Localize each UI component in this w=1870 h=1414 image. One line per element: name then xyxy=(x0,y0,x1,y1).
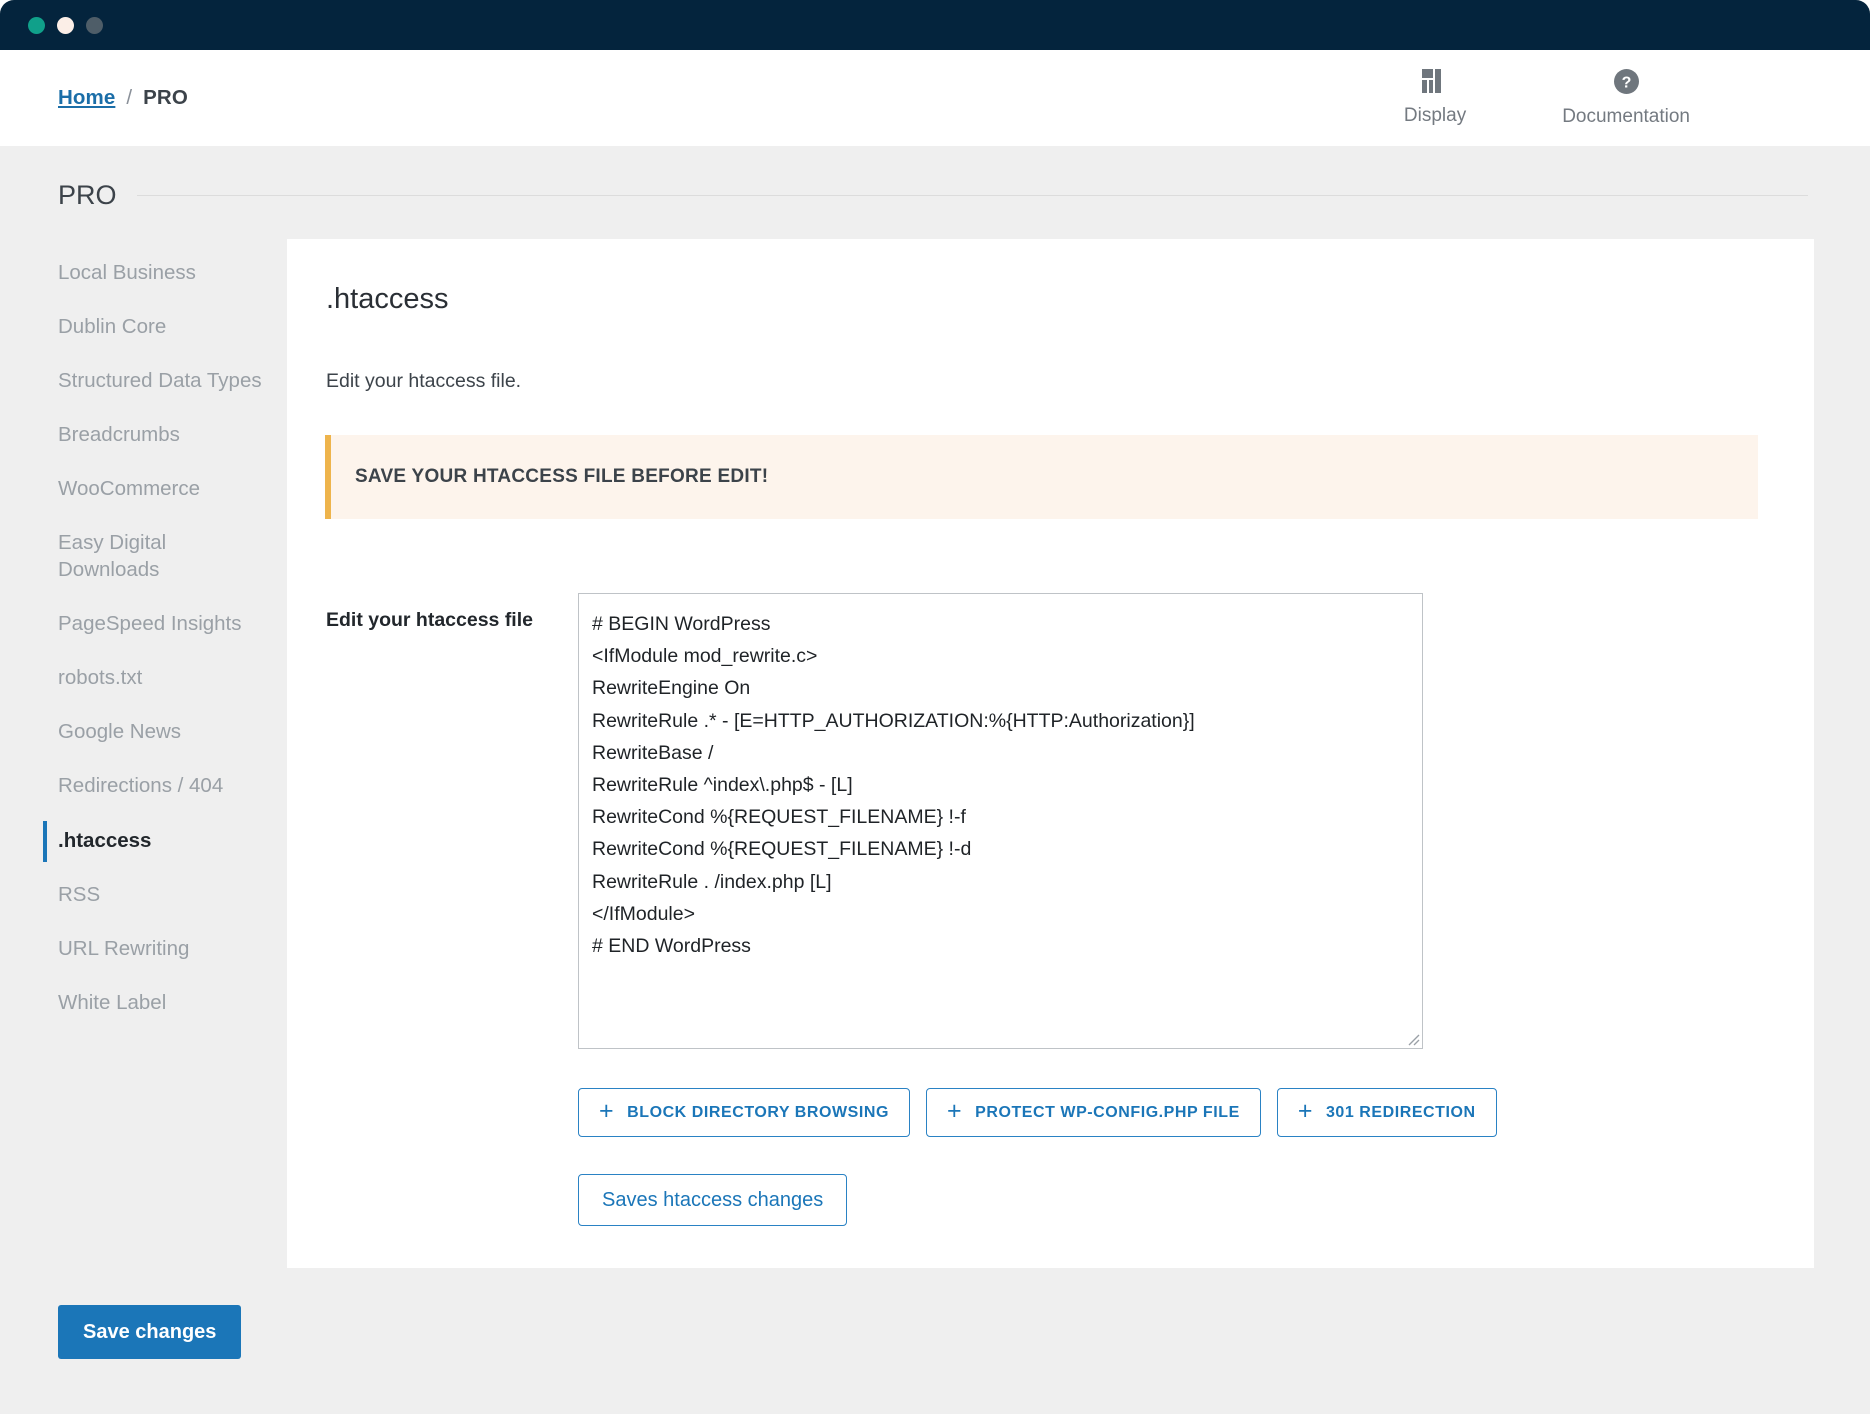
sidebar-item-easy-digital-downloads[interactable]: Easy Digital Downloads xyxy=(0,529,287,583)
save-htaccess-changes-button[interactable]: Saves htaccess changes xyxy=(578,1174,848,1226)
sidebar-item-local-business[interactable]: Local Business xyxy=(0,259,287,286)
admin-header: Home / PRO Display ? Documentation xyxy=(0,50,1870,146)
svg-text:?: ? xyxy=(1621,74,1631,91)
sidebar-item-redirections-404[interactable]: Redirections / 404 xyxy=(0,772,287,799)
protect-wp-config-button[interactable]: + PROTECT WP-CONFIG.PHP FILE xyxy=(925,1088,1261,1137)
breadcrumb-separator: / xyxy=(126,86,133,109)
sidebar-item-dublin-core[interactable]: Dublin Core xyxy=(0,313,287,340)
htaccess-card: .htaccess Edit your htaccess file. SAVE … xyxy=(287,239,1814,1268)
page-title-divider xyxy=(136,195,1808,196)
page-content: Local Business Dublin Core Structured Da… xyxy=(0,211,1870,1268)
protect-wp-config-label: PROTECT WP-CONFIG.PHP FILE xyxy=(975,1103,1240,1121)
header-action-display[interactable]: Display xyxy=(1404,68,1466,127)
header-actions: Display ? Documentation xyxy=(1404,68,1822,128)
settings-sidebar: Local Business Dublin Core Structured Da… xyxy=(0,239,287,1043)
sidebar-item-google-news[interactable]: Google News xyxy=(0,718,287,745)
header-action-documentation-label: Documentation xyxy=(1562,106,1690,127)
sidebar-item-woocommerce[interactable]: WooCommerce xyxy=(0,475,287,502)
plus-icon: + xyxy=(599,1097,615,1125)
browser-titlebar xyxy=(0,0,1870,50)
page-head: PRO xyxy=(0,146,1870,211)
htaccess-field-label: Edit your htaccess file xyxy=(326,609,533,631)
sidebar-item-url-rewriting[interactable]: URL Rewriting xyxy=(0,935,287,962)
snippet-button-row: + BLOCK DIRECTORY BROWSING + PROTECT WP-… xyxy=(578,1088,1758,1137)
warning-notice: SAVE YOUR HTACCESS FILE BEFORE EDIT! xyxy=(325,435,1758,519)
header-action-display-label: Display xyxy=(1403,105,1467,126)
sidebar-item-rss[interactable]: RSS xyxy=(0,881,287,908)
htaccess-field-control: + BLOCK DIRECTORY BROWSING + PROTECT WP-… xyxy=(578,593,1758,1226)
block-directory-browsing-label: BLOCK DIRECTORY BROWSING xyxy=(627,1103,889,1121)
card-title: .htaccess xyxy=(326,283,449,315)
question-circle-icon: ? xyxy=(1613,68,1640,100)
page-title: PRO xyxy=(58,180,117,210)
gray-dot[interactable] xyxy=(86,16,103,34)
plus-icon: + xyxy=(1297,1097,1313,1125)
htaccess-textarea[interactable] xyxy=(578,593,1423,1049)
301-redirection-button[interactable]: + 301 REDIRECTION xyxy=(1276,1088,1497,1137)
warning-notice-text: SAVE YOUR HTACCESS FILE BEFORE EDIT! xyxy=(355,466,769,487)
sidebar-item-structured-data-types[interactable]: Structured Data Types xyxy=(0,367,287,394)
sidebar-item-breadcrumbs[interactable]: Breadcrumbs xyxy=(0,421,287,448)
plus-icon: + xyxy=(946,1097,963,1125)
browser-window: Home / PRO Display ? Documentation PRO L… xyxy=(0,0,1870,1414)
header-action-documentation[interactable]: ? Documentation xyxy=(1562,68,1690,128)
htaccess-field-row: Edit your htaccess file + BLOCK DIRECTOR… xyxy=(325,593,1758,1226)
block-directory-browsing-button[interactable]: + BLOCK DIRECTORY BROWSING xyxy=(578,1088,910,1137)
sidebar-item-htaccess[interactable]: .htaccess xyxy=(0,820,287,862)
display-layout-icon xyxy=(1421,68,1449,99)
breadcrumb-current: PRO xyxy=(143,86,188,109)
sidebar-item-pagespeed-insights[interactable]: PageSpeed Insights xyxy=(0,610,287,637)
green-dot[interactable] xyxy=(28,16,45,34)
breadcrumb: Home / PRO xyxy=(58,86,188,110)
breadcrumb-home-link[interactable]: Home xyxy=(58,86,115,110)
sidebar-item-robots-txt[interactable]: robots.txt xyxy=(0,664,287,691)
sidebar-item-white-label[interactable]: White Label xyxy=(0,989,287,1016)
cream-dot[interactable] xyxy=(57,16,74,34)
card-subtitle: Edit your htaccess file. xyxy=(326,370,522,392)
301-redirection-label: 301 REDIRECTION xyxy=(1325,1103,1476,1121)
save-changes-button[interactable]: Save changes xyxy=(58,1305,242,1359)
htaccess-textarea-wrap xyxy=(578,593,1423,1049)
save-bar: Save changes xyxy=(0,1268,1870,1359)
